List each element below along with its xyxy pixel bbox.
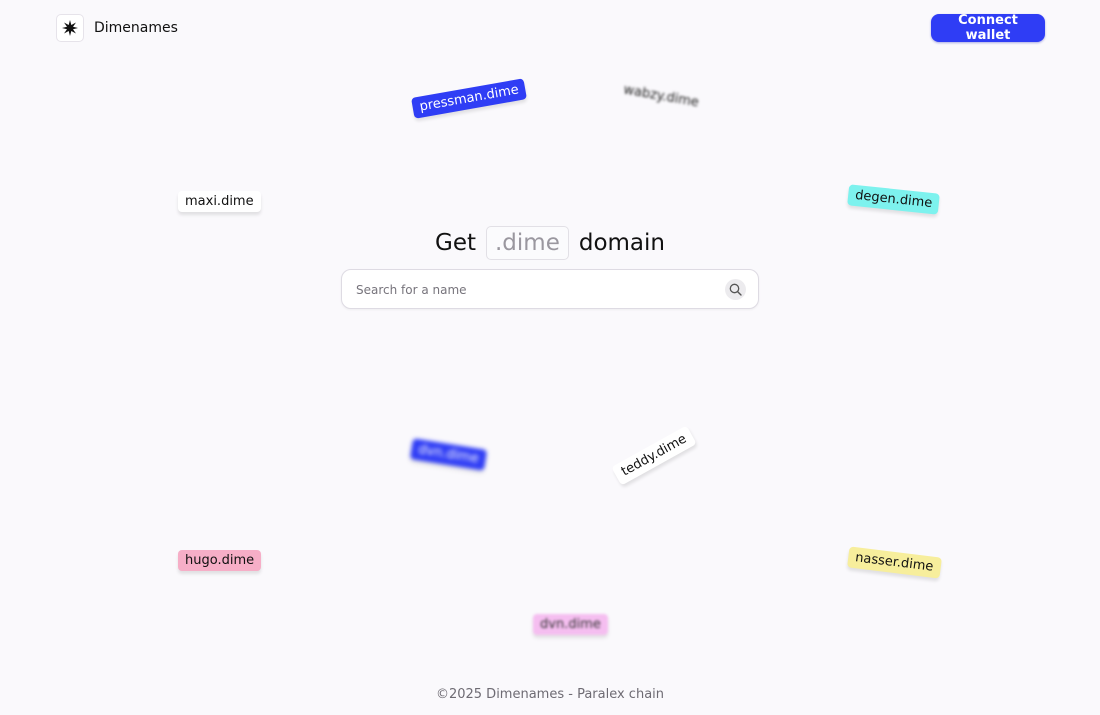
domain-tag-wabzy: wabzy.dime bbox=[622, 82, 700, 111]
connect-wallet-button[interactable]: Connect wallet bbox=[931, 13, 1045, 43]
domain-tag-maxi: maxi.dime bbox=[178, 191, 261, 212]
brand-name: Dimenames bbox=[94, 20, 178, 36]
search-icon[interactable] bbox=[725, 279, 746, 300]
domain-tag-dvn-blue: dvn.dime bbox=[409, 438, 488, 471]
hero-suffix: domain bbox=[578, 230, 665, 256]
hero-prefix: Get bbox=[435, 230, 476, 256]
domain-tag-nasser: nasser.dime bbox=[847, 546, 942, 579]
search-bar bbox=[341, 269, 759, 310]
tld-badge: .dime bbox=[486, 226, 569, 260]
domain-tag-teddy: teddy.dime bbox=[611, 425, 697, 486]
page: Dimenames Connect wallet pressman.dime w… bbox=[0, 0, 1100, 715]
hero-heading: Get .dime domain bbox=[0, 226, 1100, 260]
top-bar: Dimenames Connect wallet bbox=[0, 0, 1100, 56]
domain-tag-dvn-pink: dvn.dime bbox=[533, 614, 608, 635]
domain-tag-pressman: pressman.dime bbox=[411, 78, 528, 119]
sparkle-star-icon bbox=[56, 14, 84, 42]
domain-tag-hugo: hugo.dime bbox=[178, 550, 262, 571]
brand-logo[interactable]: Dimenames bbox=[56, 14, 178, 42]
footer-text: ©2025 Dimenames - Paralex chain bbox=[435, 687, 665, 702]
search-input[interactable] bbox=[354, 270, 718, 310]
domain-tag-degen: degen.dime bbox=[847, 184, 941, 215]
